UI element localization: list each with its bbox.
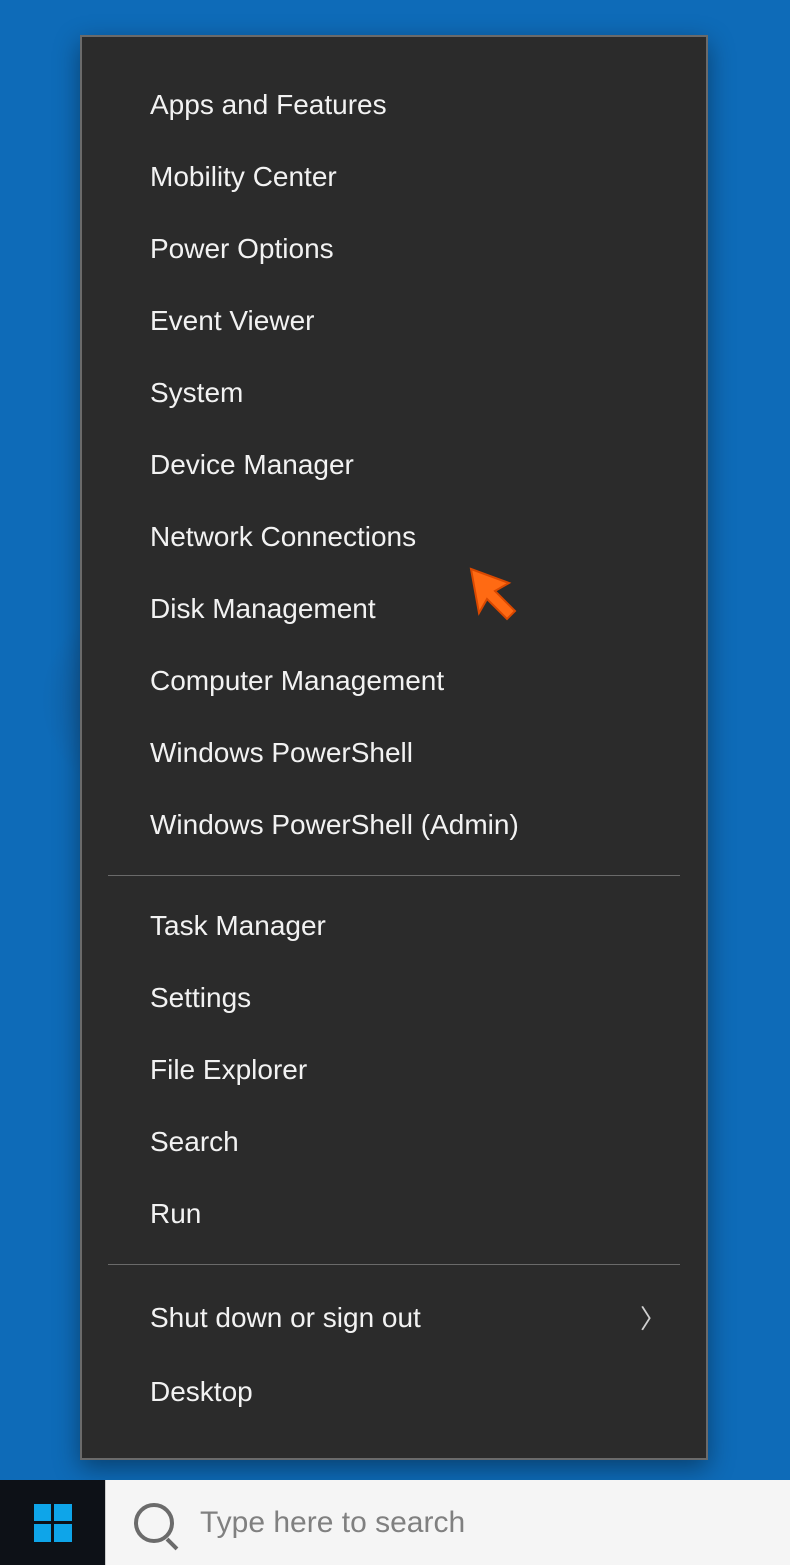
windows-logo-icon bbox=[34, 1504, 72, 1542]
menu-item-search[interactable]: Search bbox=[82, 1106, 706, 1178]
menu-item-settings[interactable]: Settings bbox=[82, 962, 706, 1034]
menu-label: Computer Management bbox=[150, 665, 444, 697]
menu-label: Event Viewer bbox=[150, 305, 314, 337]
menu-item-shutdown[interactable]: Shut down or sign out 〉 bbox=[82, 1279, 706, 1356]
menu-item-mobility-center[interactable]: Mobility Center bbox=[82, 141, 706, 213]
menu-label: Shut down or sign out bbox=[150, 1302, 421, 1334]
menu-item-windows-powershell[interactable]: Windows PowerShell bbox=[82, 717, 706, 789]
search-placeholder: Type here to search bbox=[200, 1506, 465, 1540]
menu-label: Apps and Features bbox=[150, 89, 387, 121]
winx-context-menu: Apps and Features Mobility Center Power … bbox=[80, 35, 708, 1460]
menu-item-system[interactable]: System bbox=[82, 357, 706, 429]
menu-label: Power Options bbox=[150, 233, 334, 265]
menu-label: System bbox=[150, 377, 243, 409]
menu-label: Run bbox=[150, 1198, 201, 1230]
menu-item-device-manager[interactable]: Device Manager bbox=[82, 429, 706, 501]
menu-item-network-connections[interactable]: Network Connections bbox=[82, 501, 706, 573]
menu-item-file-explorer[interactable]: File Explorer bbox=[82, 1034, 706, 1106]
menu-label: Settings bbox=[150, 982, 251, 1014]
menu-divider bbox=[108, 875, 680, 876]
menu-label: File Explorer bbox=[150, 1054, 307, 1086]
menu-item-desktop[interactable]: Desktop bbox=[82, 1356, 706, 1428]
taskbar-search[interactable]: Type here to search bbox=[105, 1480, 790, 1565]
menu-label: Windows PowerShell bbox=[150, 737, 413, 769]
menu-label: Disk Management bbox=[150, 593, 376, 625]
menu-item-disk-management[interactable]: Disk Management bbox=[82, 573, 706, 645]
menu-label: Mobility Center bbox=[150, 161, 337, 193]
search-icon bbox=[134, 1503, 174, 1543]
menu-item-run[interactable]: Run bbox=[82, 1178, 706, 1250]
menu-divider bbox=[108, 1264, 680, 1265]
menu-item-apps-and-features[interactable]: Apps and Features bbox=[82, 69, 706, 141]
chevron-right-icon: 〉 bbox=[640, 1299, 666, 1336]
start-button[interactable] bbox=[0, 1480, 105, 1565]
menu-item-event-viewer[interactable]: Event Viewer bbox=[82, 285, 706, 357]
menu-label: Desktop bbox=[150, 1376, 253, 1408]
menu-label: Network Connections bbox=[150, 521, 416, 553]
menu-item-computer-management[interactable]: Computer Management bbox=[82, 645, 706, 717]
menu-label: Windows PowerShell (Admin) bbox=[150, 809, 519, 841]
taskbar: Type here to search bbox=[0, 1480, 790, 1565]
menu-item-task-manager[interactable]: Task Manager bbox=[82, 890, 706, 962]
menu-label: Task Manager bbox=[150, 910, 326, 942]
menu-label: Search bbox=[150, 1126, 239, 1158]
menu-item-windows-powershell-admin[interactable]: Windows PowerShell (Admin) bbox=[82, 789, 706, 861]
menu-item-power-options[interactable]: Power Options bbox=[82, 213, 706, 285]
menu-label: Device Manager bbox=[150, 449, 354, 481]
